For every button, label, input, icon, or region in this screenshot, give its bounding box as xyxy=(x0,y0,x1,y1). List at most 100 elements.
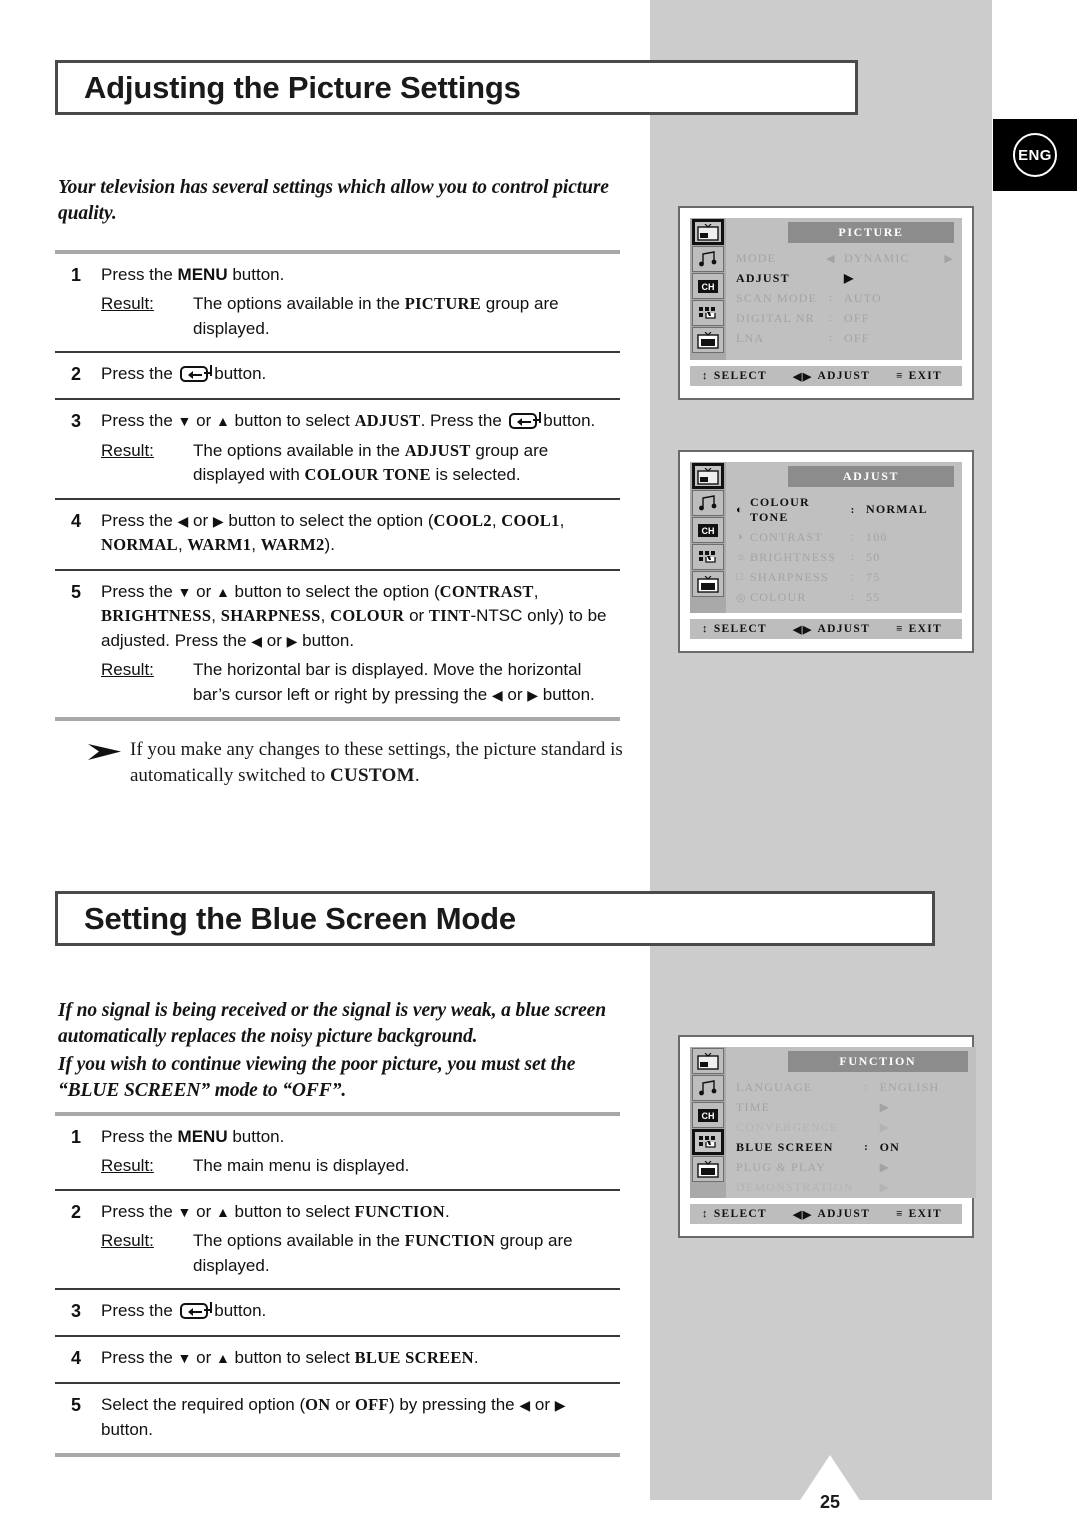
step-text: Press the ▼ or ▲ button to select FUNCTI… xyxy=(101,1201,450,1221)
rail-icon-picture[interactable] xyxy=(692,1048,724,1074)
osd-row-label: DEMONSTRATION xyxy=(736,1179,854,1194)
rail-icon-sound[interactable] xyxy=(692,490,724,516)
rail-icon-function[interactable] xyxy=(692,300,724,326)
osd-row-adjust[interactable]: ADJUST ▶ xyxy=(736,268,954,288)
footer-adjust: ◀▶ ADJUST xyxy=(793,1208,870,1221)
intro-line-2: If you wish to continue viewing the poor… xyxy=(58,1054,576,1102)
osd-row-sep: : xyxy=(864,1081,869,1093)
osd-row-value: 55 xyxy=(866,589,881,604)
osd-row-value: 50 xyxy=(866,549,881,564)
footer-select: ↕ SELECT xyxy=(702,370,767,382)
osd-row-mode[interactable]: MODE ◀ DYNAMIC ▶ xyxy=(736,248,954,268)
osd-row-sep: : xyxy=(850,531,856,543)
step-row: 4 Press the ▼ or ▲ button to select BLUE… xyxy=(55,1337,620,1382)
step-number: 4 xyxy=(71,1348,82,1369)
osd-row-scan-mode[interactable]: SCAN MODE : AUTO xyxy=(736,288,954,308)
up-down-arrow-icon: ↕ xyxy=(702,1208,709,1220)
osd-row-sep: : xyxy=(864,1141,870,1153)
osd-row-sep: : xyxy=(828,332,834,344)
osd-row-colour-tone[interactable]: ◐ COLOUR TONE : NORMAL xyxy=(736,492,954,527)
osd-row-language[interactable]: LANGUAGE : ENGLISH xyxy=(736,1077,968,1097)
osd-row-label: SHARPNESS xyxy=(750,569,829,584)
right-arrow-icon: ▶ xyxy=(554,1397,566,1414)
footer-label: SELECT xyxy=(713,1208,767,1220)
steps-list-picture: 1 Press the MENU button. Result: The opt… xyxy=(55,250,620,721)
step-text: Press the ▼ or ▲ button to select the op… xyxy=(101,581,607,650)
step-text: Press the MENU button. xyxy=(101,1127,285,1146)
osd-row-time[interactable]: TIME ▶ xyxy=(736,1097,968,1117)
step-number: 1 xyxy=(71,1127,82,1147)
left-arrow-icon: ◀ xyxy=(519,1397,531,1414)
submenu-arrow-icon[interactable]: ▶ xyxy=(880,1120,968,1135)
osd-row-blue-screen[interactable]: BLUE SCREEN : ON xyxy=(736,1137,968,1157)
left-arrow-icon[interactable]: ◀ xyxy=(818,252,844,265)
submenu-arrow-icon[interactable]: ▶ xyxy=(880,1180,968,1195)
section-title-picture-settings: Adjusting the Picture Settings xyxy=(55,60,858,115)
osd-title: FUNCTION xyxy=(788,1051,968,1072)
step-number: 5 xyxy=(71,1395,82,1416)
menu-icon: ≡ xyxy=(896,370,904,382)
osd-row-contrast[interactable]: ◑ CONTRAST : 100 xyxy=(736,527,954,547)
osd-title: ADJUST xyxy=(788,466,954,487)
osd-row-brightness[interactable]: ☼ BRIGHTNESS : 50 xyxy=(736,547,954,567)
rule xyxy=(55,1453,620,1458)
osd-row-label: COLOUR TONE xyxy=(750,494,810,524)
osd-row-colour[interactable]: ◎ COLOUR : 55 xyxy=(736,587,954,607)
step-row: 2 Press the ▼ or ▲ button to select FUNC… xyxy=(55,1191,620,1288)
osd-row-value: DYNAMIC xyxy=(844,250,910,265)
osd-row-lna[interactable]: LNA : OFF xyxy=(736,328,954,348)
step-row: 5 Select the required option (ON or OFF)… xyxy=(55,1384,620,1453)
up-arrow-icon: ▲ xyxy=(215,1350,230,1367)
osd-row-demonstration[interactable]: DEMONSTRATION ▶ xyxy=(736,1177,968,1197)
enter-key-icon xyxy=(179,1302,212,1320)
footer-adjust: ◀▶ ADJUST xyxy=(793,370,870,383)
step-row: 5 Press the ▼ or ▲ button to select the … xyxy=(55,571,620,717)
step-number: 4 xyxy=(71,510,82,531)
osd-row-plug-and-play[interactable]: PLUG & PLAY ▶ xyxy=(736,1157,968,1177)
submenu-arrow-icon[interactable]: ▶ xyxy=(844,271,932,286)
osd-row-convergence[interactable]: CONVERGENCE ▶ xyxy=(736,1117,968,1137)
rail-icon-picture[interactable] xyxy=(692,463,724,489)
rail-icon-setup[interactable] xyxy=(692,571,724,597)
left-right-arrow-icon: ◀▶ xyxy=(793,623,813,636)
left-arrow-icon: ◀ xyxy=(251,632,263,649)
osd-row-label: ADJUST xyxy=(736,270,790,285)
osd-row-label: TIME xyxy=(736,1099,771,1114)
rail-icon-channel[interactable]: CH xyxy=(692,273,724,299)
submenu-arrow-icon[interactable]: ▶ xyxy=(880,1160,968,1175)
rail-icon-setup[interactable] xyxy=(692,1156,724,1182)
intro-text-picture: Your television has several settings whi… xyxy=(58,177,609,225)
rail-icon-function[interactable] xyxy=(692,544,724,570)
result-text: The options available in the PICTURE gro… xyxy=(193,294,559,338)
contrast-icon: ◑ xyxy=(736,531,744,543)
result-text: The horizontal bar is displayed. Move th… xyxy=(193,660,595,704)
osd-row-label: BLUE SCREEN xyxy=(736,1139,834,1154)
step-number: 2 xyxy=(71,364,82,385)
down-arrow-icon: ▼ xyxy=(177,1350,192,1367)
submenu-arrow-icon[interactable]: ▶ xyxy=(880,1100,968,1115)
enter-key-icon xyxy=(179,365,212,383)
footer-label: EXIT xyxy=(908,1208,942,1220)
osd-row-label: SCAN MODE xyxy=(736,290,818,305)
rail-icon-setup[interactable] xyxy=(692,327,724,353)
footer-label: ADJUST xyxy=(817,370,871,382)
osd-row-sharpness[interactable]: □ SHARPNESS : 75 xyxy=(736,567,954,587)
footer-label: ADJUST xyxy=(817,1208,871,1220)
rail-icon-sound[interactable] xyxy=(692,1075,724,1101)
rail-icon-channel[interactable]: CH xyxy=(692,1102,724,1128)
rail-icon-function[interactable] xyxy=(692,1129,724,1155)
footer-label: EXIT xyxy=(908,623,942,635)
right-arrow-icon[interactable]: ▶ xyxy=(932,252,954,265)
result-label: Result: xyxy=(101,294,154,314)
osd-icon-rail: CH xyxy=(690,462,726,613)
rail-icon-channel[interactable]: CH xyxy=(692,517,724,543)
rail-icon-picture[interactable] xyxy=(692,219,724,245)
result-label: Result: xyxy=(101,660,154,680)
osd-row-digital-nr[interactable]: DIGITAL NR : OFF xyxy=(736,308,954,328)
note-text: If you make any changes to these setting… xyxy=(130,739,623,786)
step-number: 2 xyxy=(71,1201,82,1222)
step-text: Press the ▼ or ▲ button to select ADJUST… xyxy=(101,411,596,431)
down-arrow-icon: ▼ xyxy=(177,583,192,600)
rule xyxy=(55,717,620,721)
rail-icon-sound[interactable] xyxy=(692,246,724,272)
